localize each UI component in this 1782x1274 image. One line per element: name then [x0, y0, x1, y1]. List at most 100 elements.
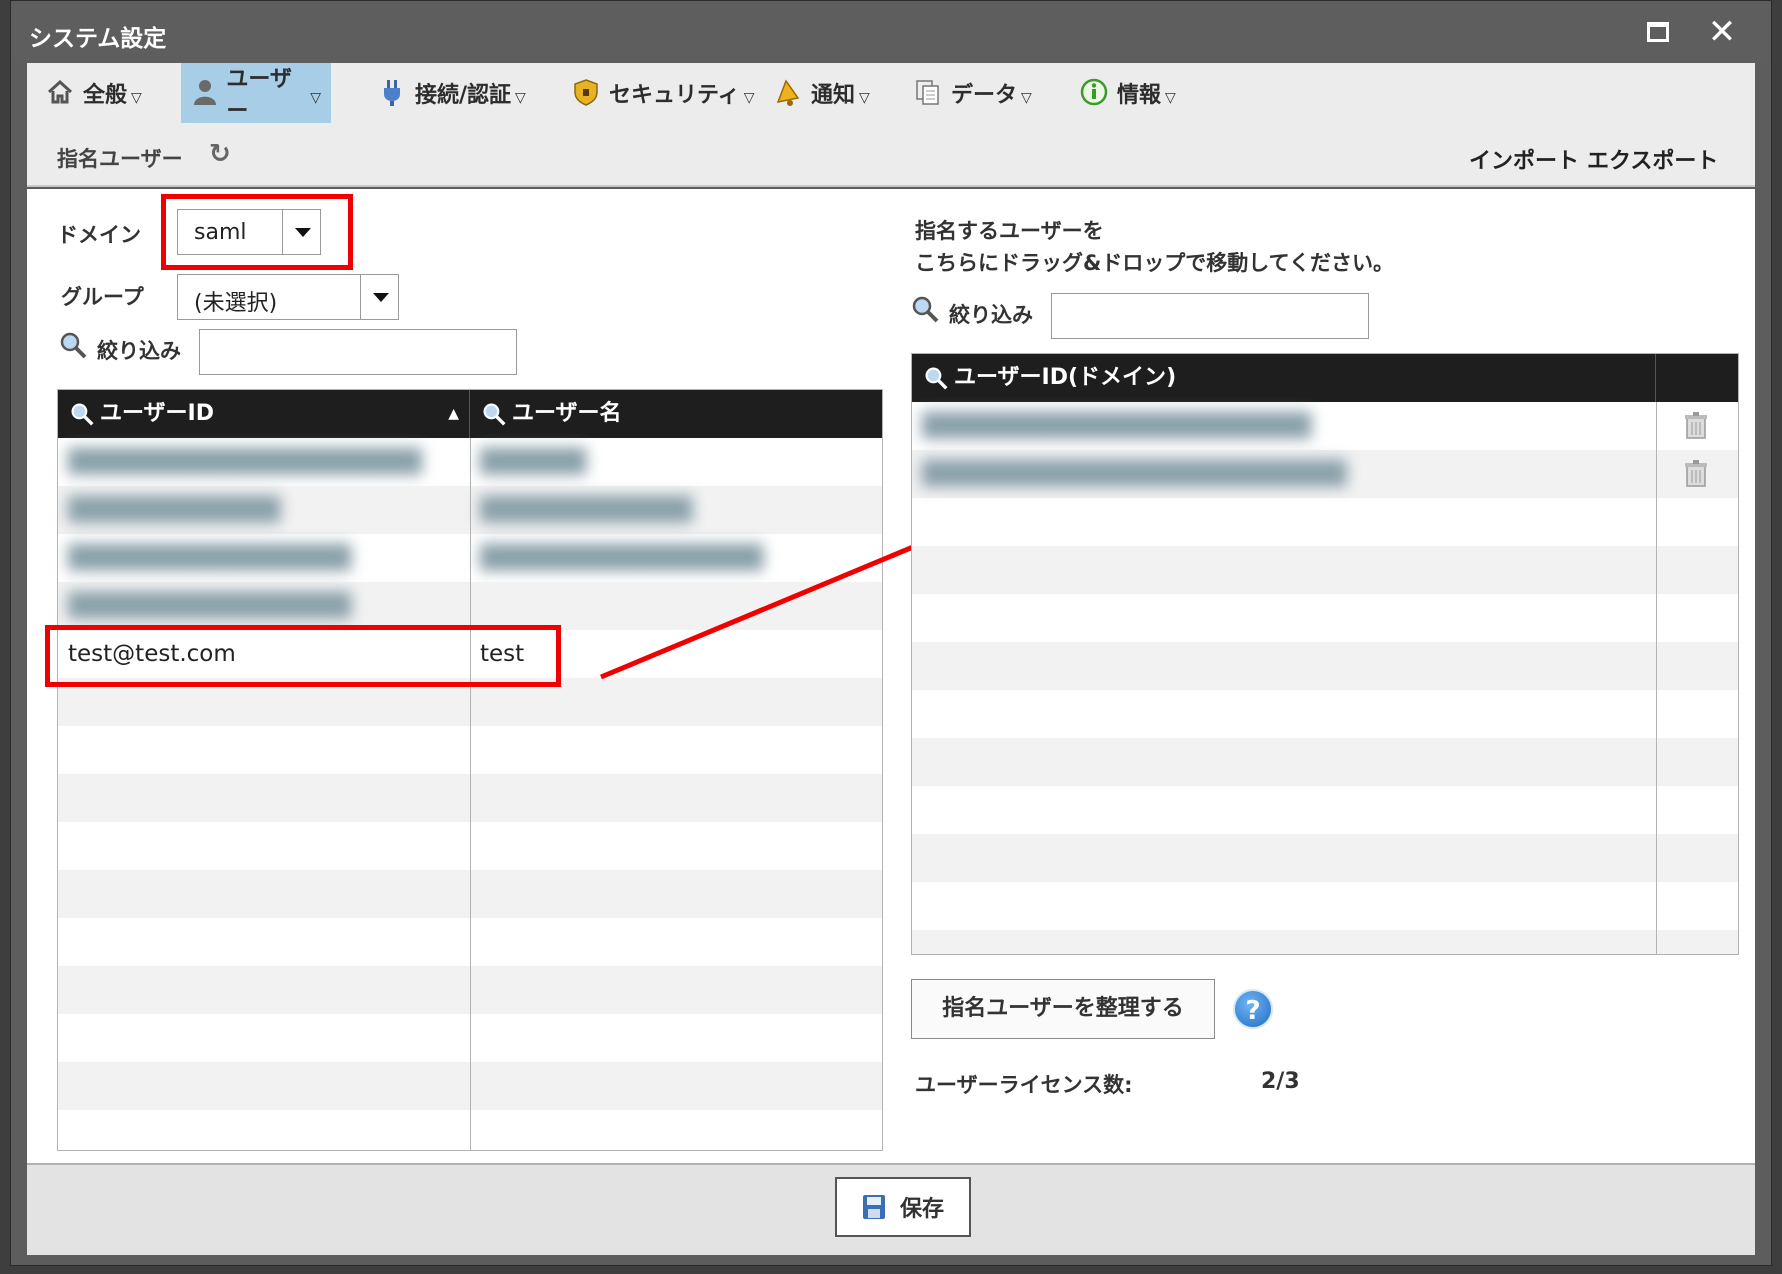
column-header-user-id-label: ユーザーID: [100, 401, 215, 426]
column-header-user-name[interactable]: ユーザー名: [470, 390, 882, 438]
menu-security[interactable]: セキュリティ ▽: [561, 63, 764, 123]
dropdown-triangle-icon: ▽: [310, 90, 321, 106]
designated-user-grid[interactable]: ユーザーID(ドメイン) ██████████████████████ ████…: [911, 353, 1739, 955]
dropdown-triangle-icon: ▽: [131, 90, 142, 106]
search-icon: [925, 367, 948, 390]
user-id-cell: ████████████: [68, 497, 281, 523]
screen: システム設定 ✕ 全般 ▽ ユーザー ▽ 接続/認証 ▽ セキュリティ ▽ 通知…: [0, 0, 1782, 1274]
instruction-line-2: こちらにドラッグ&ドロップで移動してください。: [915, 251, 1395, 275]
license-count-value: 2/3: [1261, 1069, 1300, 1094]
menu-data-label: データ: [951, 83, 1018, 108]
info-icon: [1079, 78, 1109, 108]
bell-icon: [773, 78, 803, 108]
table-row: [912, 498, 1738, 546]
close-button[interactable]: ✕: [1703, 13, 1741, 51]
column-header-delete: [1656, 354, 1738, 402]
user-list-header: ユーザーID ▲ ユーザー名: [58, 390, 882, 438]
column-divider: [470, 438, 471, 1150]
menu-info[interactable]: 情報 ▽: [1069, 63, 1186, 123]
maximize-button[interactable]: [1639, 13, 1677, 51]
designated-user-header: ユーザーID(ドメイン): [912, 354, 1738, 402]
left-filter-label: 絞り込み: [97, 339, 181, 363]
title-bar: システム設定 ✕: [11, 1, 1771, 63]
right-filter-label: 絞り込み: [949, 303, 1033, 327]
column-header-user-id[interactable]: ユーザーID ▲: [58, 390, 470, 438]
user-id-cell: ████████████████████: [68, 449, 422, 475]
menu-general-label: 全般: [83, 83, 128, 108]
left-filter-input[interactable]: [199, 329, 517, 375]
search-icon: [912, 296, 939, 323]
refresh-icon[interactable]: ↻: [209, 139, 231, 169]
chevron-down-icon: [360, 275, 398, 319]
documents-icon: [913, 78, 943, 108]
table-row: [912, 882, 1738, 930]
menu-users-label: ユーザー: [226, 67, 292, 124]
license-count-label: ユーザーライセンス数:: [915, 1073, 1133, 1097]
group-label: グループ: [61, 285, 144, 309]
window-title: システム設定: [29, 26, 167, 52]
dropdown-triangle-icon: ▽: [859, 90, 870, 106]
user-id-cell: ████████████████: [68, 593, 352, 619]
system-settings-window: システム設定 ✕ 全般 ▽ ユーザー ▽ 接続/認証 ▽ セキュリティ ▽ 通知…: [10, 0, 1772, 1266]
column-header-user-id-domain-label: ユーザーID(ドメイン): [954, 365, 1177, 390]
save-button-label: 保存: [899, 1197, 944, 1222]
user-icon: [191, 78, 218, 108]
user-id-domain-cell: ████████████████████████: [922, 461, 1347, 487]
column-divider: [1656, 402, 1657, 954]
search-icon: [60, 332, 87, 359]
menu-notification-label: 通知: [811, 83, 856, 108]
menu-connection-auth-label: 接続/認証: [415, 83, 512, 108]
table-row: [912, 546, 1738, 594]
shield-icon: [571, 78, 601, 108]
table-row: [912, 738, 1738, 786]
export-link[interactable]: エクスポート: [1587, 143, 1718, 175]
menu-notification[interactable]: 通知 ▽: [763, 63, 880, 123]
group-select[interactable]: (未選択): [177, 274, 399, 320]
menu-data[interactable]: データ ▽: [903, 63, 1042, 123]
group-select-value: (未選択): [194, 291, 278, 316]
menu-security-label: セキュリティ: [609, 83, 740, 108]
user-id-cell: ████████████████: [68, 545, 352, 571]
menu-info-label: 情報: [1117, 83, 1162, 108]
help-icon[interactable]: ?: [1233, 989, 1273, 1029]
menu-general[interactable]: 全般 ▽: [35, 63, 152, 123]
table-row: [912, 594, 1738, 642]
home-icon: [45, 78, 75, 108]
domain-label: ドメイン: [57, 223, 141, 247]
table-row: [912, 930, 1738, 954]
maximize-icon: [1647, 22, 1669, 42]
main-content: ドメイン saml グループ (未選択) 絞り込み ユーザーID ▲ ユーザー名…: [27, 189, 1755, 1163]
dropdown-triangle-icon: ▽: [743, 90, 755, 106]
close-icon: ✕: [1707, 12, 1737, 52]
instruction-line-1: 指名するユーザーを: [915, 219, 1104, 243]
dropdown-triangle-icon: ▽: [515, 90, 526, 106]
save-icon: [862, 1195, 885, 1219]
dropdown-triangle-icon: ▽: [1021, 90, 1032, 106]
trash-icon[interactable]: [1684, 412, 1708, 440]
save-button[interactable]: 保存: [835, 1177, 971, 1237]
menu-connection-auth[interactable]: 接続/認証 ▽: [367, 63, 536, 123]
domain-highlight-box: [161, 194, 353, 270]
column-header-user-id-domain[interactable]: ユーザーID(ドメイン): [912, 354, 1656, 402]
footer-bar: 保存: [27, 1163, 1755, 1255]
plug-icon: [377, 78, 407, 108]
table-row[interactable]: ██████████████████████: [912, 402, 1738, 450]
table-row: [912, 786, 1738, 834]
sort-ascending-icon: ▲: [448, 406, 459, 422]
column-header-user-name-label: ユーザー名: [512, 401, 622, 426]
search-icon: [71, 403, 94, 426]
trash-icon[interactable]: [1684, 460, 1708, 488]
organize-users-button[interactable]: 指名ユーザーを整理する: [911, 979, 1215, 1039]
dropdown-triangle-icon: ▽: [1165, 90, 1176, 106]
page-title: 指名ユーザー: [57, 147, 183, 171]
selected-user-highlight-box: [45, 625, 561, 687]
table-row: [912, 642, 1738, 690]
menu-users[interactable]: ユーザー ▽: [181, 63, 331, 124]
import-link[interactable]: インポート: [1469, 143, 1579, 175]
table-row: [912, 690, 1738, 738]
table-row[interactable]: ████████████████████████: [912, 450, 1738, 498]
user-name-cell: ██████: [480, 449, 587, 475]
right-filter-input[interactable]: [1051, 293, 1369, 339]
toolbar: 全般 ▽ ユーザー ▽ 接続/認証 ▽ セキュリティ ▽ 通知 ▽ データ ▽ …: [27, 63, 1755, 187]
user-id-domain-cell: ██████████████████████: [922, 413, 1312, 439]
